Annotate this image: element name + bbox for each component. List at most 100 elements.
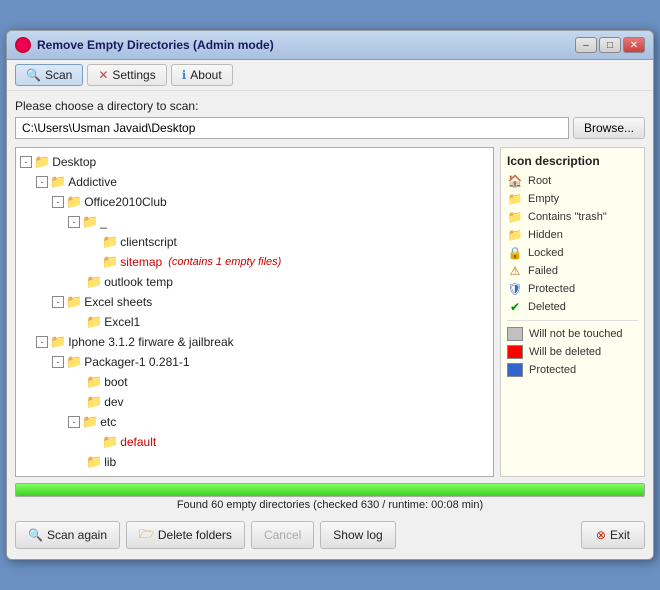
folder-icon-addictive: 📁 (50, 173, 66, 191)
node-label-library: Library (100, 473, 137, 477)
legend-root-label: Root (528, 175, 551, 187)
delete-folders-button[interactable]: 🗁 Delete folders (126, 521, 245, 549)
expand-office[interactable]: - (52, 196, 64, 208)
node-label-clientscript: clientscript (120, 233, 177, 251)
legend-root-icon: 🏠 (507, 174, 523, 188)
node-label-iphone: Iphone 3.1.2 firware & jailbreak (68, 333, 233, 351)
scan-again-button[interactable]: 🔍 Scan again (15, 521, 120, 549)
expand-packager[interactable]: - (52, 356, 64, 368)
about-tab-label: About (190, 68, 221, 82)
expand-excel-sheets[interactable]: - (52, 296, 64, 308)
folder-icon-default: 📁 (102, 433, 118, 451)
expand-addictive[interactable]: - (36, 176, 48, 188)
legend-title: Icon description (507, 154, 638, 168)
exit-label: Exit (610, 528, 630, 542)
folder-icon-packager: 📁 (66, 353, 82, 371)
node-label-sitemap: sitemap (120, 253, 162, 271)
legend-protected-icon: 🛡 (507, 282, 523, 296)
legend-empty: 📁 Empty (507, 192, 638, 206)
close-button[interactable]: ✕ (623, 37, 645, 53)
node-label-excel1: Excel1 (104, 313, 140, 331)
folder-icon-etc: 📁 (82, 413, 98, 431)
legend-empty-icon: 📁 (507, 192, 523, 206)
folder-icon-desktop: 📁 (34, 153, 50, 171)
legend-root: 🏠 Root (507, 174, 638, 188)
legend-locked-icon: 🔒 (507, 246, 523, 260)
node-label-office: Office2010Club (84, 193, 167, 211)
app-icon (15, 37, 31, 53)
titlebar: Remove Empty Directories (Admin mode) – … (7, 31, 653, 60)
cancel-button[interactable]: Cancel (251, 521, 314, 549)
expand-underscore[interactable]: - (68, 216, 80, 228)
node-label-excel-sheets: Excel sheets (84, 293, 152, 311)
window-title: Remove Empty Directories (Admin mode) (37, 38, 274, 52)
folder-icon-iphone: 📁 (50, 333, 66, 351)
expand-library[interactable]: - (68, 476, 80, 477)
show-log-button[interactable]: Show log (320, 521, 395, 549)
expand-desktop[interactable]: - (20, 156, 32, 168)
maximize-button[interactable]: □ (599, 37, 621, 53)
legend-protected-label: Protected (528, 283, 575, 295)
main-area: - 📁 Desktop - 📁 Addictive (15, 147, 645, 477)
exit-icon: ⊗ (596, 528, 606, 542)
path-label: Please choose a directory to scan: (15, 99, 645, 113)
legend-protected-color-box (507, 363, 523, 377)
legend-deleted: ✔ Deleted (507, 300, 638, 314)
node-label-lib: lib (104, 453, 116, 471)
node-label-etc: etc (100, 413, 116, 431)
legend-failed: ⚠ Failed (507, 264, 638, 278)
legend-trash: 📁 Contains "trash" (507, 210, 638, 224)
progress-text: Found 60 empty directories (checked 630 … (15, 499, 645, 511)
exit-button[interactable]: ⊗ Exit (581, 521, 645, 549)
tree-node-desktop: - 📁 Desktop - 📁 Addictive (20, 152, 489, 477)
settings-tab-button[interactable]: ✕ Settings (87, 64, 166, 86)
legend-trash-icon: 📁 (507, 210, 523, 224)
folder-icon-clientscript: 📁 (102, 233, 118, 251)
toolbar: 🔍 Scan ✕ Settings ℹ About (7, 60, 653, 91)
settings-icon: ✕ (98, 68, 108, 82)
titlebar-left: Remove Empty Directories (Admin mode) (15, 37, 274, 53)
cancel-label: Cancel (264, 528, 301, 542)
legend-empty-label: Empty (528, 193, 559, 205)
legend-no-touch-label: Will not be touched (529, 328, 623, 340)
browse-button[interactable]: Browse... (573, 117, 645, 139)
folder-icon-lib: 📁 (86, 453, 102, 471)
folder-icon-sitemap: 📁 (102, 253, 118, 271)
node-label-packager: Packager-1 0.281-1 (84, 353, 189, 371)
minimize-button[interactable]: – (575, 37, 597, 53)
show-log-label: Show log (333, 528, 382, 542)
path-input[interactable] (15, 117, 569, 139)
about-icon: ℹ (182, 68, 187, 82)
expand-iphone[interactable]: - (36, 336, 48, 348)
legend-deleted-label: Deleted (528, 301, 566, 313)
delete-folders-icon: 🗁 (139, 525, 154, 546)
legend-will-delete-label: Will be deleted (529, 346, 601, 358)
path-row: Browse... (15, 117, 645, 139)
expand-etc[interactable]: - (68, 416, 80, 428)
progress-bar-outer (15, 483, 645, 497)
progress-bar-inner (16, 484, 644, 496)
settings-tab-label: Settings (112, 68, 155, 82)
folder-icon-excel1: 📁 (86, 313, 102, 331)
legend-protected-color: Protected (507, 363, 638, 377)
legend-hidden-label: Hidden (528, 229, 563, 241)
node-label-default: default (120, 433, 156, 451)
folder-icon-library: 📁 (82, 473, 98, 477)
tree-panel[interactable]: - 📁 Desktop - 📁 Addictive (15, 147, 494, 477)
legend-failed-label: Failed (528, 265, 558, 277)
legend-hidden-icon: 📁 (507, 228, 523, 242)
legend-no-touch-box (507, 327, 523, 341)
folder-icon-underscore: 📁 (82, 213, 98, 231)
legend-panel: Icon description 🏠 Root 📁 Empty 📁 Contai… (500, 147, 645, 477)
scan-tab-button[interactable]: 🔍 Scan (15, 64, 83, 86)
content-area: Please choose a directory to scan: Brows… (7, 91, 653, 559)
main-window: Remove Empty Directories (Admin mode) – … (6, 30, 654, 560)
legend-locked-label: Locked (528, 247, 563, 259)
folder-icon-boot: 📁 (86, 373, 102, 391)
delete-folders-label: Delete folders (158, 528, 232, 542)
bottom-bar: 🔍 Scan again 🗁 Delete folders Cancel Sho… (15, 517, 645, 551)
legend-separator (507, 320, 638, 321)
sitemap-contains-msg: (contains 1 empty files) (168, 253, 281, 271)
legend-will-delete-box (507, 345, 523, 359)
about-tab-button[interactable]: ℹ About (171, 64, 233, 86)
